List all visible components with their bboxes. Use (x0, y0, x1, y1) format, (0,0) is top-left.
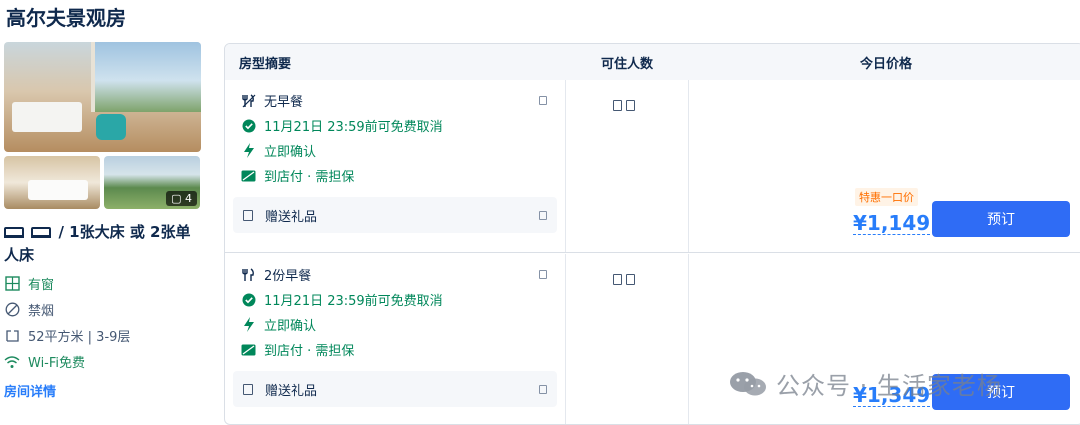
cancel-policy: 11月21日 23:59前可免费取消 (233, 113, 557, 138)
table-row: 无早餐 11月21日 23:59前可免费取消 立即确认 到店付 · 需担保 赠送… (225, 80, 1080, 253)
wifi-icon (4, 354, 20, 370)
cancel-policy: 11月21日 23:59前可免费取消 (233, 287, 557, 312)
meal-info: 无早餐 (233, 88, 557, 113)
guest-count-icons (613, 100, 635, 111)
room-photo-thumb[interactable]: ▢ 4 (104, 156, 200, 209)
header-price: 今日价格 (859, 56, 912, 72)
photo-count-badge: ▢ 4 (166, 191, 197, 206)
person-icon (626, 100, 635, 111)
person-icon (613, 100, 622, 111)
payment-info: 到店付 · 需担保 (233, 163, 557, 188)
info-icon[interactable] (539, 210, 547, 220)
table-header: 房型摘要 可住人数 今日价格 (225, 44, 1080, 80)
book-button[interactable]: 预订 (932, 201, 1070, 237)
guest-count-icons (613, 274, 635, 285)
instant-confirm: 立即确认 (233, 138, 557, 163)
person-icon (613, 274, 622, 285)
window-icon (4, 276, 20, 292)
info-icon[interactable] (539, 270, 547, 279)
gift-info: 赠送礼品 (233, 371, 557, 407)
room-title: 高尔夫景观房 (6, 6, 126, 30)
watermark: 公众号 · 生活家老杨 (728, 366, 1002, 401)
no-meal-icon (241, 93, 256, 108)
meal-icon (241, 267, 256, 282)
lightning-icon (241, 143, 256, 158)
lightning-icon (241, 317, 256, 332)
twin-bed-icon (31, 227, 52, 238)
check-circle-icon (241, 118, 256, 133)
no-smoking-icon (4, 302, 20, 318)
info-icon[interactable] (539, 384, 547, 394)
price[interactable]: ¥1,149 (853, 212, 931, 235)
card-icon (241, 168, 256, 183)
room-info-panel: ▢ 4 / 1张大床 或 2张单人床 有窗 禁烟 52平方米 | 3-9层 Wi… (4, 42, 202, 400)
gift-icon (243, 383, 253, 395)
feature-wifi: Wi-Fi免费 (4, 352, 202, 371)
deal-badge: 特惠一口价 (855, 188, 918, 206)
policy-list: 2份早餐 11月21日 23:59前可免费取消 立即确认 到店付 · 需担保 赠… (233, 262, 557, 407)
room-photo-main[interactable] (4, 42, 201, 152)
policy-list: 无早餐 11月21日 23:59前可免费取消 立即确认 到店付 · 需担保 赠送… (233, 88, 557, 233)
area-icon (4, 328, 20, 344)
gift-info: 赠送礼品 (233, 197, 557, 233)
feature-window: 有窗 (4, 274, 202, 293)
bed-description: / 1张大床 或 2张单人床 (4, 223, 191, 264)
check-circle-icon (241, 292, 256, 307)
instant-confirm: 立即确认 (233, 312, 557, 337)
single-bed-icon (4, 227, 24, 238)
meal-info: 2份早餐 (233, 262, 557, 287)
room-details-link[interactable]: 房间详情 (4, 381, 202, 400)
info-icon[interactable] (539, 96, 547, 105)
header-guests: 可住人数 (600, 56, 653, 72)
gift-icon (243, 209, 253, 221)
person-icon (626, 274, 635, 285)
payment-info: 到店付 · 需担保 (233, 337, 557, 362)
feature-area: 52平方米 | 3-9层 (4, 326, 202, 345)
header-summary: 房型摘要 (239, 56, 292, 72)
wechat-icon (728, 370, 768, 398)
feature-no-smoking: 禁烟 (4, 300, 202, 319)
room-photo-thumb[interactable] (4, 156, 100, 209)
card-icon (241, 342, 256, 357)
